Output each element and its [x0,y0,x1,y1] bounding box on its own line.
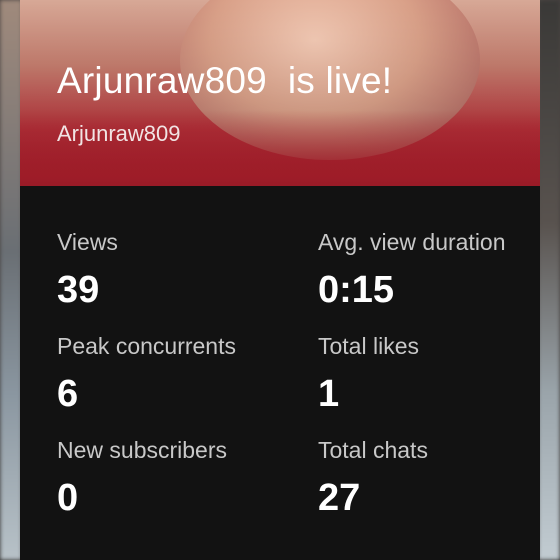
stream-thumbnail-header: Arjunraw809 is live! Arjunraw809 [20,0,540,186]
stat-label: Peak concurrents [57,333,236,359]
stat-label: New subscribers [57,437,227,463]
live-summary-screen: Arjunraw809 is live! Arjunraw809 Views 3… [0,0,560,560]
live-stats-card: Arjunraw809 is live! Arjunraw809 Views 3… [20,0,540,560]
stat-label: Total likes [318,333,419,359]
stat-value: 0:15 [318,269,395,311]
stream-backdrop-right [538,0,560,560]
stat-total-likes: Total likes 1 [318,332,540,416]
stat-value: 0 [57,477,79,519]
channel-name: Arjunraw809 [57,121,181,146]
stat-total-chats: Total chats 27 [318,436,540,520]
live-title: Arjunraw809 is live! [57,60,393,101]
stat-value: 39 [57,269,100,311]
stat-label: Views [57,229,118,255]
stat-label: Total chats [318,437,428,463]
stat-value: 1 [318,373,340,415]
stream-backdrop-left [0,0,22,560]
stat-views: Views 39 [57,228,287,312]
stat-value: 27 [318,477,361,519]
stat-peak-concurrents: Peak concurrents 6 [57,332,287,416]
stat-label: Avg. view duration [318,229,506,255]
stat-new-subscribers: New subscribers 0 [57,436,287,520]
stat-value: 6 [57,373,79,415]
stat-avg-view-duration: Avg. view duration 0:15 [318,228,540,312]
stats-grid: Views 39 Avg. view duration 0:15 Peak co… [20,186,540,560]
